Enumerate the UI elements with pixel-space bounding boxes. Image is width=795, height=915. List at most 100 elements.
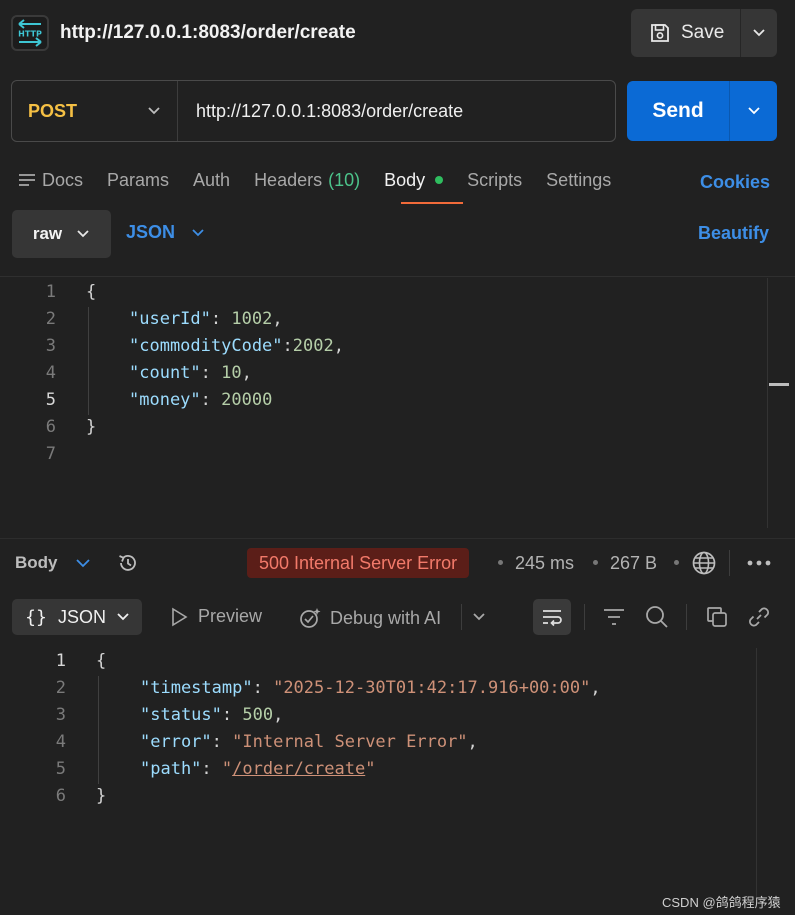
editor-scrollbar[interactable] xyxy=(767,278,768,528)
toolbar-divider xyxy=(584,604,585,630)
svg-text:{}: {} xyxy=(25,607,47,628)
response-body-label[interactable]: Body xyxy=(15,553,58,573)
code-line: "count": 10, xyxy=(129,363,252,383)
code-line: } xyxy=(96,786,106,806)
json-comma: , xyxy=(272,309,283,329)
tab-docs[interactable]: Docs xyxy=(18,168,83,192)
tab-body[interactable]: Body xyxy=(384,168,444,192)
toolbar-divider xyxy=(686,604,687,630)
response-format-select[interactable]: {} JSON xyxy=(12,599,142,635)
save-button-group[interactable]: Save xyxy=(631,9,777,57)
play-icon xyxy=(172,607,188,626)
json-colon: : xyxy=(200,363,222,383)
response-body-viewer[interactable]: 1 2 3 4 5 6 { "timestamp": "2025-12-30T0… xyxy=(0,648,756,915)
line-number: 4 xyxy=(45,363,56,383)
request-title[interactable]: http://127.0.0.1:8083/order/create xyxy=(60,22,356,44)
json-value: 500 xyxy=(242,705,274,725)
body-mode-select[interactable]: raw xyxy=(12,210,111,258)
json-value: "2025-12-30T01:42:17.916+00:00" xyxy=(273,678,591,698)
brace: } xyxy=(86,417,97,437)
more-options-icon[interactable] xyxy=(747,560,771,566)
code-line: } xyxy=(86,417,96,437)
url-input[interactable] xyxy=(178,81,615,141)
indent-guide xyxy=(98,676,99,784)
wrap-lines-button[interactable] xyxy=(533,599,571,635)
tab-headers[interactable]: Headers (10) xyxy=(254,168,360,192)
method-select[interactable]: POST xyxy=(12,81,178,141)
code-line: "userId": 1002, xyxy=(129,309,283,329)
chevron-down-icon xyxy=(753,29,765,37)
chevron-down-icon xyxy=(77,230,89,238)
tab-settings[interactable]: Settings xyxy=(546,168,611,192)
send-options-button[interactable] xyxy=(730,81,777,141)
body-format-select[interactable]: JSON xyxy=(126,222,205,243)
tab-params[interactable]: Params xyxy=(107,168,169,192)
code-line: "path": "/order/create" xyxy=(140,759,375,779)
line-number: 5 xyxy=(55,759,66,779)
code-line: { xyxy=(86,282,96,302)
code-line: "money": 20000 xyxy=(129,390,272,410)
path-link[interactable]: /order/create xyxy=(232,759,365,779)
save-button[interactable]: Save xyxy=(631,9,740,57)
response-scrollbar[interactable] xyxy=(756,648,757,898)
debug-with-ai-button[interactable]: Debug with AI xyxy=(298,606,441,630)
brace: { xyxy=(86,282,97,302)
json-colon: : xyxy=(252,678,274,698)
scroll-position-marker xyxy=(769,383,789,386)
status-badge[interactable]: 500 Internal Server Error xyxy=(247,548,470,578)
active-tab-underline xyxy=(401,202,463,204)
json-comma: , xyxy=(241,363,252,383)
json-value: 1002 xyxy=(231,309,273,329)
wrap-text-icon xyxy=(543,610,562,627)
json-value: 10 xyxy=(221,363,242,383)
json-colon: : xyxy=(210,309,232,329)
line-number: 6 xyxy=(55,786,66,806)
separator-dot xyxy=(498,560,503,565)
cookies-link[interactable]: Cookies xyxy=(700,172,770,193)
indent-guide xyxy=(88,307,89,415)
history-icon[interactable] xyxy=(116,551,140,575)
link-icon[interactable] xyxy=(746,604,772,630)
chevron-down-icon[interactable] xyxy=(75,558,91,568)
tab-auth[interactable]: Auth xyxy=(193,168,230,192)
code-line: "status": 500, xyxy=(140,705,283,725)
chevron-down-icon xyxy=(192,228,204,236)
json-colon: : xyxy=(221,705,243,725)
json-comma: , xyxy=(273,705,284,725)
save-icon xyxy=(651,24,669,42)
preview-label: Preview xyxy=(198,606,263,626)
search-icon[interactable] xyxy=(644,604,670,630)
preview-button[interactable]: Preview xyxy=(170,606,262,627)
chevron-down-icon[interactable] xyxy=(472,612,486,622)
tab-auth-label: Auth xyxy=(193,169,231,190)
json-comma: , xyxy=(590,678,601,698)
tab-params-label: Params xyxy=(107,169,170,190)
send-button[interactable]: Send xyxy=(627,81,729,141)
copy-icon[interactable] xyxy=(705,605,729,629)
tab-scripts[interactable]: Scripts xyxy=(467,168,522,192)
line-number: 5 xyxy=(45,390,56,410)
line-number: 1 xyxy=(55,651,66,671)
send-button-group[interactable]: Send xyxy=(627,81,777,141)
json-value-quote: " xyxy=(365,759,376,779)
watermark: CSDN @鸽鸽程序猿 xyxy=(662,895,781,910)
code-line: "timestamp": "2025-12-30T01:42:17.916+00… xyxy=(140,678,601,698)
toolbar-divider xyxy=(461,604,462,630)
globe-icon[interactable] xyxy=(691,550,717,576)
save-options-button[interactable] xyxy=(741,9,777,57)
tab-scripts-label: Scripts xyxy=(467,169,523,190)
beautify-button[interactable]: Beautify xyxy=(698,223,769,244)
section-divider[interactable] xyxy=(0,538,795,539)
response-size[interactable]: 267 B xyxy=(610,553,657,574)
headers-count: (10) xyxy=(328,169,361,190)
response-time[interactable]: 245 ms xyxy=(515,553,574,574)
url-bar: POST xyxy=(11,80,616,142)
line-number: 3 xyxy=(45,336,56,356)
request-body-editor[interactable]: 1 2 3 4 5 6 7 { "userId": 1002, "commodi… xyxy=(0,276,795,528)
json-value: "Internal Server Error" xyxy=(232,732,468,752)
tab-settings-label: Settings xyxy=(546,169,612,190)
svg-text:HTTP: HTTP xyxy=(18,30,42,39)
http-request-icon: HTTP xyxy=(11,15,49,51)
filter-icon[interactable] xyxy=(602,606,626,628)
line-number: 2 xyxy=(55,678,66,698)
